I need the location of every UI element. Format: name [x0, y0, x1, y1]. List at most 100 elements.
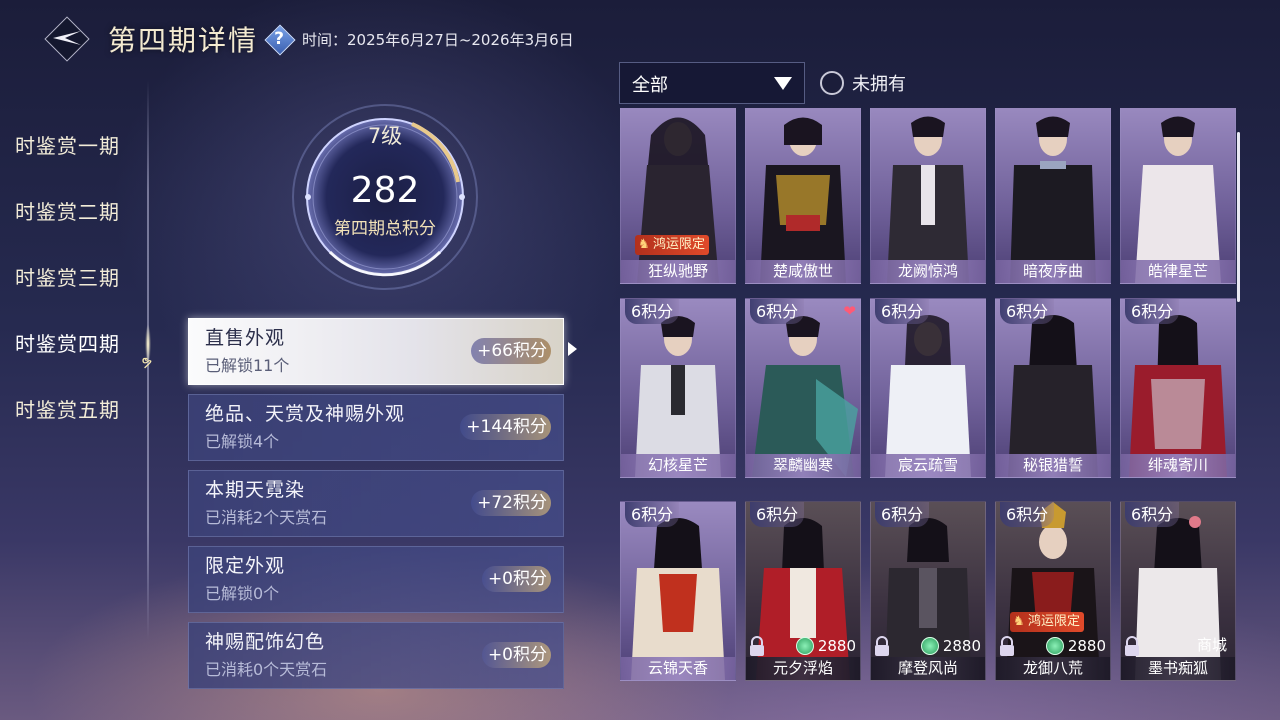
category-sub: 已消耗2个天赏石 [205, 508, 328, 527]
category-points: +144积分 [460, 414, 551, 440]
jade-coin-icon [795, 637, 814, 655]
grid-scrollbar[interactable] [1237, 132, 1240, 302]
category-accessory-color[interactable]: 神赐配饰幻色 已消耗0个天赏石 +0积分 [188, 622, 564, 689]
sidebar-item-period-3[interactable]: 时鉴赏三期 [0, 250, 150, 316]
filter-selected-value: 全部 [632, 75, 668, 96]
category-points: +0积分 [481, 566, 551, 592]
outfit-name: 秘银猎誓 [996, 454, 1110, 477]
outfit-name: 云锦天香 [621, 657, 735, 680]
outfit-name: 墨书痴狐 [1121, 657, 1235, 680]
price-value: 2880 [817, 637, 856, 655]
outfit-name: 翠麟幽寒 [746, 454, 860, 477]
jade-coin-icon [920, 637, 939, 655]
outfit-card[interactable]: 6积分 ❤ 翠麟幽寒 [745, 298, 861, 478]
points-badge: 6积分 [625, 502, 680, 527]
price-tag: 2880 [920, 637, 981, 655]
outfit-name: 楚咸傲世 [746, 260, 860, 283]
total-score: 282 [350, 170, 420, 211]
outfit-name: 皓律星芒 [1121, 260, 1235, 283]
lock-icon [1000, 636, 1014, 656]
category-points: +0积分 [481, 642, 551, 668]
sidebar-item-period-4[interactable]: 时鉴赏四期 ຯ [0, 316, 152, 382]
outfit-portrait [885, 315, 971, 477]
help-button[interactable]: ? [264, 24, 296, 56]
back-button[interactable] [44, 16, 90, 62]
outfit-portrait [752, 316, 858, 477]
score-caption: 第四期总积分 [334, 219, 436, 239]
outfit-name: 摩登风尚 [871, 657, 985, 680]
category-sub: 已解锁11个 [205, 356, 290, 375]
category-limited[interactable]: 限定外观 已解锁0个 +0积分 [188, 546, 564, 613]
outfit-name: 宸云疏雪 [871, 454, 985, 477]
outfit-card[interactable]: 暗夜序曲 [995, 108, 1111, 284]
category-name: 神赐配饰幻色 [205, 631, 326, 653]
category-dye[interactable]: 本期天霓染 已消耗2个天赏石 +72积分 [188, 470, 564, 537]
outfit-name: 幻核星芒 [621, 454, 735, 477]
triangle-down-icon [774, 77, 792, 90]
outfit-card[interactable]: 龙阙惊鸿 [870, 108, 986, 284]
lock-icon [875, 636, 889, 656]
not-owned-toggle[interactable]: 未拥有 [820, 70, 906, 96]
outfit-card[interactable]: 鸿运限定 狂纵驰野 [620, 108, 736, 284]
sidebar-item-period-1[interactable]: 时鉴赏一期 [0, 118, 150, 184]
outfit-card[interactable]: 6积分 云锦天香 [620, 501, 736, 681]
points-badge: 6积分 [1125, 299, 1180, 324]
category-premium-outfits[interactable]: 绝品、天赏及神赐外观 已解锁4个 +144积分 [188, 394, 564, 461]
level-label: 7级 [367, 124, 403, 148]
outfit-card[interactable]: 楚咸傲世 [745, 108, 861, 284]
outfit-name: 龙御八荒 [996, 657, 1110, 680]
outfit-portrait [1135, 116, 1221, 283]
outfit-card[interactable]: 6积分 2880 摩登风尚 [870, 501, 986, 681]
lock-icon [1125, 636, 1139, 656]
points-badge: 6积分 [750, 299, 805, 324]
category-points: +72积分 [471, 490, 551, 516]
outfit-name: 暗夜序曲 [996, 260, 1110, 283]
points-badge: 6积分 [750, 502, 805, 527]
outfit-portrait [635, 316, 721, 477]
outfit-card[interactable]: 6积分 鸿运限定 2880 龙御八荒 [995, 501, 1111, 681]
points-badge: 6积分 [1125, 502, 1180, 527]
back-arrow-icon [53, 31, 81, 45]
not-owned-label: 未拥有 [852, 74, 906, 95]
outfit-portrait [637, 117, 719, 283]
sidebar-item-label: 时鉴赏一期 [15, 134, 120, 158]
outfit-name: 狂纵驰野 [621, 260, 735, 283]
outfit-portrait [887, 116, 969, 283]
outfit-card[interactable]: 6积分 商城 墨书痴狐 [1120, 501, 1236, 681]
points-badge: 6积分 [1000, 299, 1055, 324]
points-badge: 6积分 [1000, 502, 1055, 527]
heart-icon[interactable]: ❤ [843, 302, 856, 320]
jade-coin-icon [1045, 637, 1064, 655]
sidebar-item-label: 时鉴赏二期 [15, 200, 120, 224]
shop-label: 商城 [1196, 636, 1227, 654]
outfit-card[interactable]: 6积分 宸云疏雪 [870, 298, 986, 478]
sidebar: 时鉴赏一期 时鉴赏二期 时鉴赏三期 时鉴赏四期 ຯ 时鉴赏五期 [0, 118, 152, 448]
sidebar-item-label: 时鉴赏五期 [15, 398, 120, 422]
category-sub: 已解锁0个 [205, 584, 280, 603]
sidebar-item-label: 时鉴赏三期 [15, 266, 120, 290]
category-points: +66积分 [471, 338, 551, 364]
category-name: 绝品、天赏及神赐外观 [205, 403, 406, 425]
page-title: 第四期详情 [108, 24, 259, 57]
price-value: 2880 [942, 637, 981, 655]
price-value: 2880 [1067, 637, 1106, 655]
sidebar-item-period-5[interactable]: 时鉴赏五期 [0, 382, 150, 448]
outfit-portrait [760, 117, 846, 283]
filter-dropdown[interactable]: 全部 [619, 62, 805, 104]
sidebar-item-period-2[interactable]: 时鉴赏二期 [0, 184, 150, 250]
outfit-card[interactable]: 6积分 秘银猎誓 [995, 298, 1111, 478]
points-badge: 6积分 [875, 299, 930, 324]
outfit-card[interactable]: 皓律星芒 [1120, 108, 1236, 284]
outfit-card[interactable]: 6积分 绯魂寄川 [1120, 298, 1236, 478]
category-name: 直售外观 [205, 327, 286, 349]
outfit-portrait [631, 518, 725, 680]
outfit-card[interactable]: 6积分 2880 元夕浮焰 [745, 501, 861, 681]
outfit-card[interactable]: 6积分 幻核星芒 [620, 298, 736, 478]
date-range: 时间：2025年6月27日~2026年3月6日 [302, 30, 574, 49]
outfit-name: 元夕浮焰 [746, 657, 860, 680]
limited-tag: 鸿运限定 [1010, 612, 1085, 632]
category-direct-sale[interactable]: 直售外观 已解锁11个 +66积分 [188, 318, 577, 385]
outfit-portrait [1008, 315, 1098, 477]
lock-icon [750, 636, 764, 656]
category-list: 直售外观 已解锁11个 +66积分 绝品、天赏及神赐外观 已解锁4个 +144积… [188, 318, 577, 698]
